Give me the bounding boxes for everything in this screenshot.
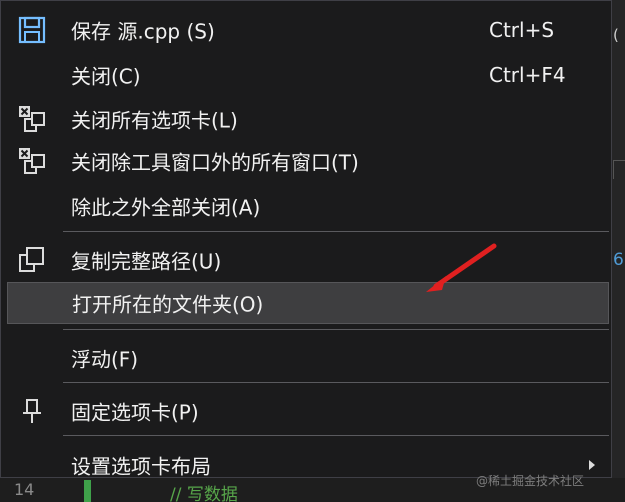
close-all-documents-icon (15, 144, 49, 178)
menu-item-close[interactable]: 关闭(C) Ctrl+F4 (7, 54, 609, 96)
red-arrow-annotation-icon (426, 243, 497, 292)
menu-separator (63, 329, 609, 330)
pin-icon (15, 394, 49, 428)
menu-item-open-containing-folder[interactable]: 打开所在的文件夹(O) (7, 282, 609, 324)
menu-item-label: 关闭所有选项卡(L) (71, 108, 238, 133)
menu-item-copy-full-path[interactable]: 复制完整路径(U) (7, 239, 609, 281)
watermark: @稀土掘金技术社区 (476, 474, 585, 488)
menu-item-float[interactable]: 浮动(F) (7, 337, 609, 379)
menu-item-close-all-but-this[interactable]: 除此之外全部关闭(A) (7, 185, 609, 227)
menu-item-label: 保存 源.cpp (S) (71, 19, 215, 44)
menu-separator (63, 382, 609, 383)
menu-item-label: 关闭(C) (71, 64, 141, 89)
menu-item-pin-tab[interactable]: 固定选项卡(P) (7, 390, 609, 432)
menu-item-shortcut: Ctrl+F4 (489, 63, 566, 87)
menu-item-label: 设置选项卡布局 (71, 454, 211, 479)
vs-editor-window: ( 6 14 // 写数据 保存 源.cpp (S) Ctrl+S 关闭(C) … (0, 0, 625, 502)
tab-context-menu: 保存 源.cpp (S) Ctrl+S 关闭(C) Ctrl+F4 关闭所有选项… (0, 0, 612, 479)
editor-glyph-mid: 6 (613, 250, 624, 270)
editor-fragment (613, 160, 625, 179)
submenu-arrow-icon (589, 460, 595, 470)
menu-item-label: 浮动(F) (71, 347, 139, 372)
save-icon (15, 13, 49, 47)
menu-item-shortcut: Ctrl+S (489, 18, 555, 42)
menu-item-label: 关闭除工具窗口外的所有窗口(T) (71, 150, 359, 175)
menu-separator (63, 231, 609, 232)
editor-right-edge: ( 6 (611, 0, 625, 478)
close-all-tabs-icon (15, 102, 49, 136)
menu-item-label: 除此之外全部关闭(A) (71, 195, 261, 220)
menu-item-label: 复制完整路径(U) (71, 249, 222, 274)
copy-path-icon (15, 243, 49, 277)
menu-item-close-all-tabs[interactable]: 关闭所有选项卡(L) (7, 98, 609, 140)
menu-item-save[interactable]: 保存 源.cpp (S) Ctrl+S (7, 9, 609, 51)
menu-item-close-all-documents[interactable]: 关闭除工具窗口外的所有窗口(T) (7, 140, 609, 182)
editor-glyph-top: ( (613, 26, 619, 44)
menu-item-label: 固定选项卡(P) (71, 400, 199, 425)
menu-item-label: 打开所在的文件夹(O) (72, 292, 264, 317)
menu-separator (63, 435, 609, 436)
